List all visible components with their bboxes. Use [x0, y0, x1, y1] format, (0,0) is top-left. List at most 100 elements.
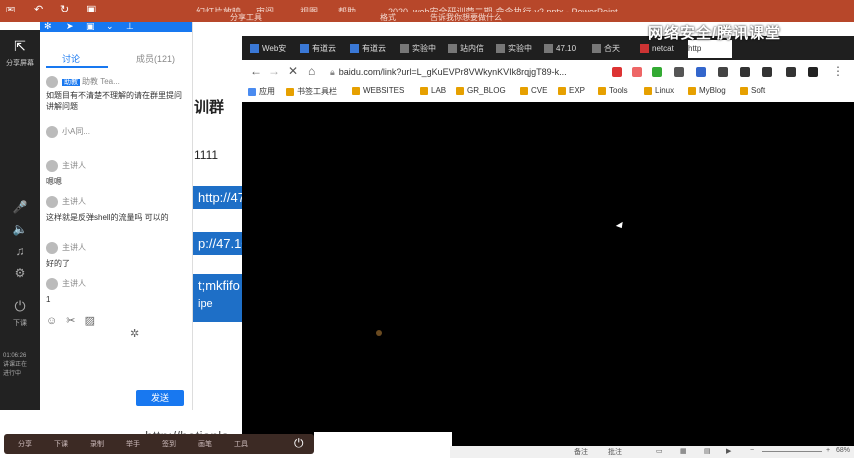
tab-discussion[interactable]: 讨论 — [62, 52, 80, 65]
slideshow-icon[interactable]: ▶ — [726, 447, 731, 455]
normal-view-icon[interactable]: ▭ — [656, 447, 663, 455]
bookmark-item[interactable]: CVE — [520, 86, 547, 95]
tab-members[interactable]: 成员(121) — [136, 52, 175, 65]
close-icon[interactable]: ✕ — [288, 64, 298, 78]
bookmark-item[interactable]: Linux — [644, 86, 674, 95]
chat-message-author: 小A同... — [46, 126, 90, 138]
zoom-in-icon[interactable]: + — [826, 447, 830, 454]
zoom-slider[interactable] — [762, 451, 822, 452]
extension-icon[interactable] — [740, 67, 750, 77]
speaker-icon[interactable]: 🔈 — [0, 222, 40, 236]
forward-icon[interactable]: → — [268, 64, 280, 78]
avatar — [46, 242, 58, 254]
image-icon[interactable]: ▨ — [85, 315, 95, 327]
session-status: 讲课正在 — [3, 362, 28, 368]
reading-view-icon[interactable]: ▤ — [704, 447, 711, 455]
tab-favicon — [544, 44, 553, 54]
bookmark-item[interactable]: EXP — [558, 86, 585, 95]
comments-button[interactable]: 批注 — [608, 447, 622, 457]
control-item[interactable]: 举手 — [126, 439, 140, 449]
control-item[interactable]: 下课 — [54, 439, 68, 449]
mic-icon[interactable]: 🎤 — [0, 200, 40, 214]
control-item[interactable]: 画笔 — [198, 439, 212, 449]
chat-tabs: 讨论 成员(121) — [40, 50, 192, 68]
share-screen-icon[interactable]: ⇱ — [0, 38, 40, 55]
bookmarks-bar: 应用 书签工具栏 WEBSITES LAB GR_BLOG CVE EXP To… — [242, 84, 854, 103]
power-icon[interactable]: ⏻ — [0, 298, 40, 315]
gear-icon[interactable]: ✻ — [44, 21, 52, 32]
session-timer: 01:06:26 — [3, 353, 27, 359]
sorter-view-icon[interactable]: ▦ — [680, 447, 687, 455]
browser-tab[interactable]: 站内信 — [448, 40, 496, 58]
back-icon[interactable]: ← — [250, 64, 262, 78]
arrow-icon[interactable]: ➤ — [66, 21, 74, 32]
window-icon[interactable]: ▣ — [86, 21, 95, 32]
bookmark-item[interactable]: Soft — [740, 86, 765, 95]
settings-icon[interactable]: ✲ — [130, 328, 139, 340]
tab-favicon — [350, 44, 359, 54]
extension-icon[interactable] — [674, 67, 684, 77]
end-class-label: 下课 — [13, 320, 27, 327]
power-icon[interactable]: ⏻ — [294, 436, 304, 451]
tab-favicon — [400, 44, 409, 54]
bookmark-item[interactable]: 书签工具栏 — [286, 86, 337, 97]
music-icon[interactable]: ♫ — [0, 244, 40, 258]
avatar — [46, 76, 58, 88]
control-item[interactable]: 分享 — [18, 439, 32, 449]
loading-dot — [376, 330, 382, 336]
emoji-icon[interactable]: ☺ — [46, 315, 57, 327]
scissors-icon[interactable]: ✂ — [66, 315, 75, 327]
role-badge: 助教 — [62, 79, 80, 87]
browser-tab[interactable]: 有道云 — [350, 40, 398, 58]
bookmark-item[interactable]: WEBSITES — [352, 86, 404, 95]
browser-tab[interactable]: 有道云 — [300, 40, 348, 58]
extension-icon[interactable] — [696, 67, 706, 77]
chat-message-text: 这样就是反弹shell的流量吗 可以的 — [46, 213, 169, 222]
bookmark-item[interactable]: GR_BLOG — [456, 86, 506, 95]
notes-button[interactable]: 备注 — [574, 447, 588, 457]
avatar — [46, 160, 58, 172]
pin-icon[interactable]: ⊥ — [126, 21, 134, 32]
chevron-down-icon[interactable]: ⌄ — [106, 21, 114, 32]
address-bar[interactable]: 🔒︎ baidu.com/link?url=L_gKuEVPr8VWkynKVIk… — [330, 63, 590, 81]
browser-tab[interactable]: 实验中 — [496, 40, 544, 58]
bookmark-item[interactable]: LAB — [420, 86, 446, 95]
chat-message-author: 主讲人 — [46, 196, 86, 208]
browser-tab[interactable]: Web安 — [250, 40, 298, 58]
home-icon[interactable]: ⌂ — [308, 64, 315, 78]
slide-area-gap — [314, 432, 452, 458]
settings-icon[interactable]: ⚙ — [0, 266, 40, 280]
page-content[interactable] — [242, 102, 854, 446]
control-item[interactable]: 录制 — [90, 439, 104, 449]
zoom-out-icon[interactable]: − — [750, 447, 754, 454]
browser-tab[interactable]: 47.10 — [544, 40, 592, 58]
browser-tab[interactable]: 实验中 — [400, 40, 448, 58]
bookmark-item[interactable]: Tools — [598, 86, 628, 95]
chat-panel: ✻ ➤ ▣ ⌄ ⊥ 讨论 成员(121) 助教 助教 Tea... 如题目有不清楚… — [40, 21, 193, 410]
bookmark-item[interactable]: MyBlog — [688, 86, 726, 95]
browser-tab[interactable]: 合天 — [592, 40, 640, 58]
menu-icon[interactable]: ⋮ — [832, 64, 844, 78]
classroom-sidebar: ⇱ 分享屏幕 🎤 🔈 ♫ ⚙ ⏻ 下课 01:06:26 讲课正在 进行中 — [0, 30, 40, 410]
extension-icon[interactable] — [718, 67, 728, 77]
chat-message-author: 主讲人 — [46, 160, 86, 172]
tab-favicon — [592, 44, 601, 54]
tab-favicon — [448, 44, 457, 54]
send-button[interactable]: 发送 — [136, 390, 184, 406]
tab-favicon — [250, 44, 259, 54]
chat-toolbar: ☺ ✂ ▨ ✲ — [46, 314, 186, 340]
avatar — [46, 278, 58, 290]
bookmark-item[interactable]: 应用 — [248, 86, 275, 97]
control-item[interactable]: 工具 — [234, 439, 248, 449]
control-item[interactable]: 签到 — [162, 439, 176, 449]
extension-icon[interactable] — [762, 67, 772, 77]
lock-icon: 🔒︎ — [330, 67, 335, 77]
extension-icon[interactable] — [632, 67, 642, 77]
extension-icon[interactable] — [808, 67, 818, 77]
zoom-level[interactable]: 68% — [836, 447, 850, 454]
classroom-control-bar: 分享 下课 录制 举手 签到 画笔 工具 ⏻ — [4, 434, 314, 454]
extension-icon[interactable] — [612, 67, 622, 77]
slide-text: 1111 — [194, 148, 219, 162]
extension-icon[interactable] — [652, 67, 662, 77]
extension-icon[interactable] — [786, 67, 796, 77]
